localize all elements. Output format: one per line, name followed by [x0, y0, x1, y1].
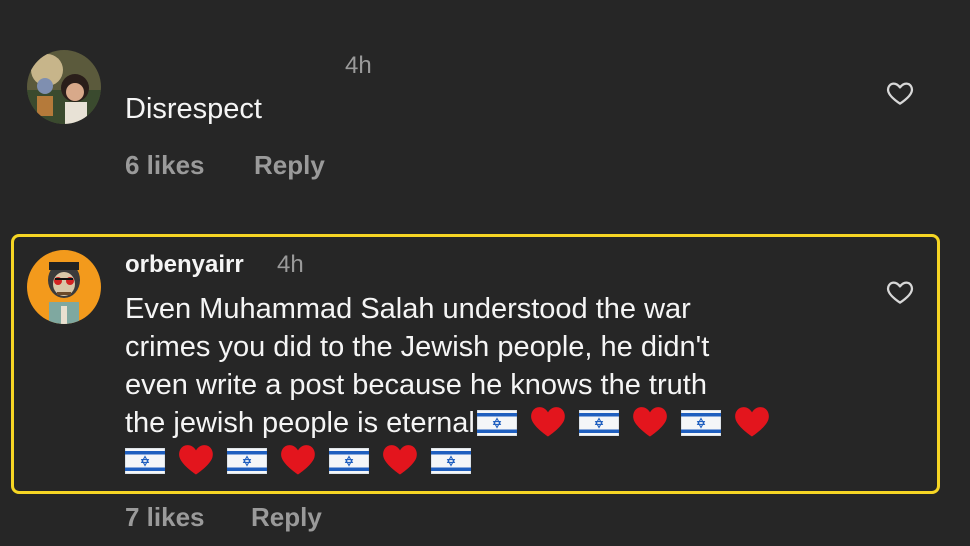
israel-flag-icon	[227, 448, 267, 474]
red-heart-icon	[383, 445, 417, 475]
avatar[interactable]	[27, 50, 101, 124]
like-heart-icon[interactable]	[885, 277, 915, 307]
emoji-line	[119, 442, 777, 480]
likes-count[interactable]: 7 likes	[125, 502, 205, 533]
comment-line-with-emoji: the jewish people is eternal	[125, 404, 777, 442]
comment-timestamp: 4h	[345, 52, 372, 79]
comment-line-text: the jewish people is eternal	[125, 407, 475, 439]
israel-flag-icon	[476, 410, 517, 436]
red-heart-icon	[179, 445, 213, 475]
like-heart-icon[interactable]	[885, 78, 915, 108]
israel-flag-icon	[431, 448, 471, 474]
israel-flag-icon	[578, 410, 619, 436]
red-heart-icon	[734, 407, 769, 437]
israel-flag-icon	[329, 448, 369, 474]
israel-flag-icon	[125, 448, 165, 474]
reply-button[interactable]: Reply	[251, 502, 322, 533]
comment-line: crimes you did to the Jewish people, he …	[125, 331, 710, 363]
red-heart-icon	[530, 407, 565, 437]
comment-text: Disrespect	[125, 93, 262, 125]
likes-count[interactable]: 6 likes	[125, 150, 205, 181]
avatar[interactable]	[27, 250, 101, 324]
reply-button[interactable]: Reply	[254, 150, 325, 181]
israel-flag-icon	[680, 410, 721, 436]
comment-text: Even Muhammad Salah understood the war c…	[125, 290, 777, 480]
red-heart-icon	[632, 407, 667, 437]
comment-line: Even Muhammad Salah understood the war	[125, 293, 691, 325]
comment-line: even write a post because he knows the t…	[125, 369, 707, 401]
red-heart-icon	[281, 445, 315, 475]
comment-username[interactable]: orbenyairr	[125, 251, 244, 279]
comment-timestamp: 4h	[277, 251, 304, 278]
